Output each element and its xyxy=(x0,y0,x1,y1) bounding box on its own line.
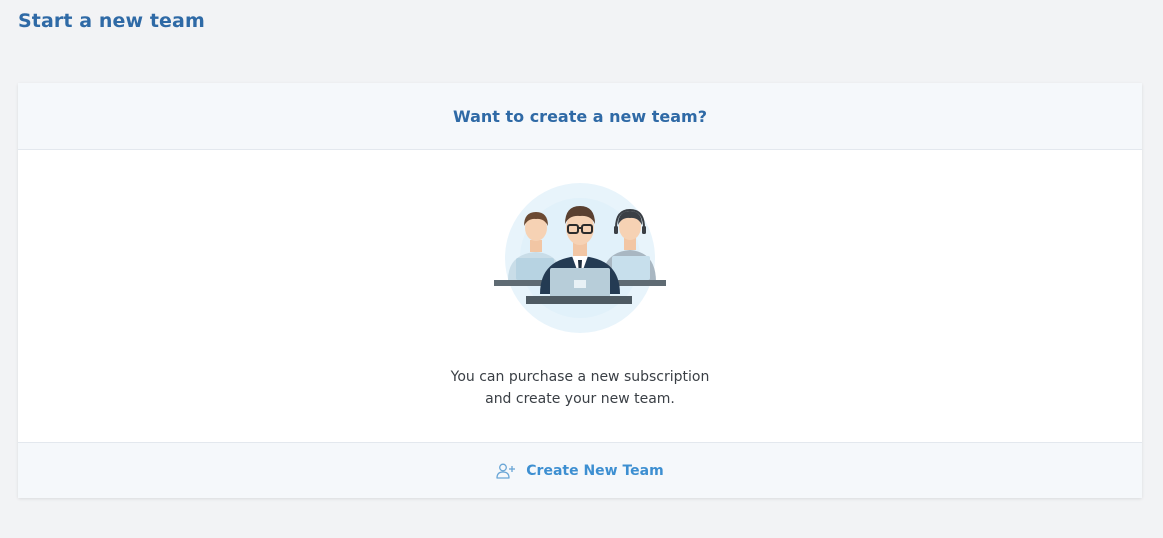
card-footer: Create New Team xyxy=(18,442,1142,498)
team-illustration xyxy=(494,183,666,333)
card-header: Want to create a new team? xyxy=(18,83,1142,150)
card-body: You can purchase a new subscription and … xyxy=(18,150,1142,442)
description: You can purchase a new subscription and … xyxy=(18,366,1142,410)
description-line-2: and create your new team. xyxy=(485,391,675,407)
add-user-icon xyxy=(496,463,516,479)
card-header-title: Want to create a new team? xyxy=(453,106,707,126)
new-team-card: Want to create a new team? You can purch… xyxy=(18,83,1142,498)
description-line-1: You can purchase a new subscription xyxy=(450,369,710,385)
page-title: Start a new team xyxy=(18,10,205,32)
create-new-team-label: Create New Team xyxy=(526,462,664,479)
create-new-team-button[interactable]: Create New Team xyxy=(488,459,671,483)
